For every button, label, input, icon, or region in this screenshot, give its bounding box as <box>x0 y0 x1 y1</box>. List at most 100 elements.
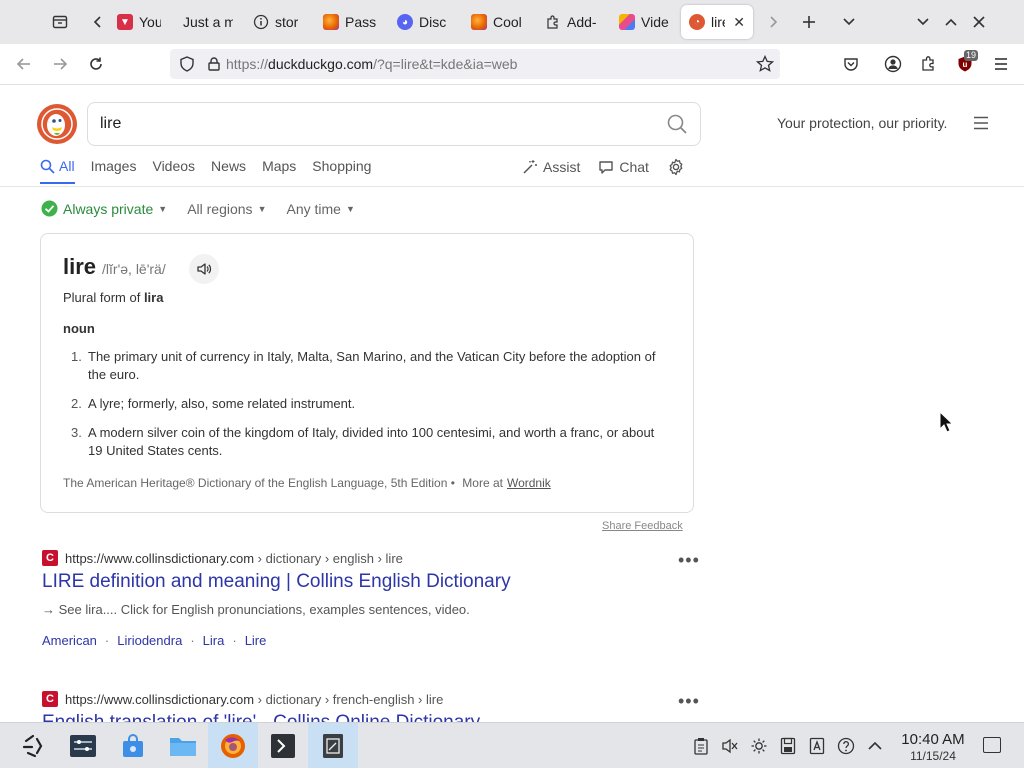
extensions-button[interactable] <box>914 49 944 79</box>
new-tab-button[interactable] <box>795 8 823 36</box>
close-tab-icon[interactable]: ✕ <box>733 14 745 31</box>
tab-news[interactable]: News <box>211 158 246 182</box>
plural-prefix: Plural form of <box>63 290 141 305</box>
result-url[interactable]: C https://www.collinsdictionary.com › di… <box>42 550 702 566</box>
share-feedback-link[interactable]: Share Feedback <box>602 520 683 532</box>
maximize-button[interactable] <box>937 8 965 36</box>
tray-expand-icon[interactable] <box>864 735 886 757</box>
result-url[interactable]: C https://www.collinsdictionary.com › di… <box>42 691 702 707</box>
bookmark-star-icon[interactable] <box>756 55 774 73</box>
sitelink[interactable]: American <box>42 633 97 648</box>
tab-add-ons[interactable]: Add- <box>535 5 609 39</box>
app-menu-button[interactable] <box>986 49 1016 79</box>
dictionary-word: lire <box>63 254 97 279</box>
region-dropdown[interactable]: All regions ▼ <box>187 201 266 217</box>
storage-icon[interactable] <box>777 735 799 757</box>
firefox-view-button[interactable] <box>47 9 73 35</box>
pocket-button[interactable] <box>836 49 866 79</box>
minimize-button[interactable] <box>909 8 937 36</box>
chevron-right-icon <box>770 16 778 28</box>
lock-icon[interactable] <box>206 56 222 72</box>
tab-label: lire <box>711 14 725 30</box>
hamburger-icon <box>974 116 988 130</box>
scroll-tabs-left-button[interactable] <box>87 9 109 35</box>
digital-clock[interactable]: 10:40 AM 11/15/24 <box>897 731 969 763</box>
back-button[interactable] <box>9 49 39 79</box>
definition-number: 3. <box>71 425 82 440</box>
tab-images[interactable]: Images <box>91 158 137 182</box>
gear-icon <box>669 158 683 176</box>
source-text: The American Heritage® Dictionary of the… <box>63 476 455 490</box>
result-url-host: https://www.collinsdictionary.com <box>65 691 255 707</box>
assist-label: Assist <box>543 159 581 175</box>
show-desktop-button[interactable] <box>983 737 1001 753</box>
tab-label: Videos <box>152 158 196 174</box>
tab-pass[interactable]: Pass <box>309 5 387 39</box>
tab-list: ▼ YouT Just a m stor Pass ◕ Disc Cool Ad… <box>109 4 753 40</box>
result-options-button[interactable]: ••• <box>678 691 700 712</box>
account-button[interactable] <box>878 49 908 79</box>
search-input[interactable]: lire <box>87 102 701 146</box>
forward-button[interactable] <box>45 49 75 79</box>
time-dropdown[interactable]: Any time ▼ <box>286 201 354 217</box>
result-title-link[interactable]: English translation of 'lire' - Collins … <box>42 712 702 722</box>
speaker-icon <box>197 263 212 275</box>
youtube-icon: ▼ <box>117 14 133 30</box>
shield-icon[interactable] <box>178 55 196 73</box>
pronunciation-audio-button[interactable] <box>189 254 219 284</box>
search-button[interactable] <box>666 113 688 140</box>
caret-down-icon: ▼ <box>257 203 267 214</box>
tab-maps[interactable]: Maps <box>262 158 296 182</box>
result-title-link[interactable]: LIRE definition and meaning | Collins En… <box>42 571 702 593</box>
document-icon <box>323 733 343 758</box>
taskbar-terminal[interactable] <box>258 723 308 768</box>
chat-button[interactable]: Chat <box>598 159 649 175</box>
clipboard-icon[interactable] <box>690 735 712 757</box>
reload-button[interactable] <box>81 49 111 79</box>
search-filters: Always private ▼ All regions ▼ Any time … <box>41 200 355 217</box>
url-host: duckduckgo.com <box>268 56 374 72</box>
application-launcher[interactable] <box>8 723 58 768</box>
close-window-button[interactable] <box>965 8 993 36</box>
sitelink[interactable]: Liriodendra <box>117 633 182 648</box>
tab-stor[interactable]: stor <box>241 5 309 39</box>
taskbar-discover[interactable] <box>108 723 158 768</box>
search-query-text[interactable]: lire <box>100 115 121 133</box>
tab-label: Just a m <box>183 14 233 30</box>
url-bar[interactable]: https://duckduckgo.com/?q=lire&t=kde&ia=… <box>170 49 780 79</box>
assist-button[interactable]: Assist <box>522 159 580 175</box>
tab-shopping[interactable]: Shopping <box>312 158 371 182</box>
region-filter-label: All regions <box>187 200 253 217</box>
ublock-origin-button[interactable]: u 19 <box>950 49 980 79</box>
help-icon[interactable] <box>835 735 857 757</box>
taskbar-text-editor[interactable] <box>308 722 358 768</box>
result-options-button[interactable]: ••• <box>678 550 700 571</box>
taskbar-system-settings[interactable] <box>58 723 108 768</box>
tab-just-a-moment[interactable]: Just a m <box>169 5 241 39</box>
brightness-icon[interactable] <box>748 735 770 757</box>
tab-discord[interactable]: ◕ Disc <box>387 5 463 39</box>
wordnik-link[interactable]: Wordnik <box>507 476 551 490</box>
scroll-tabs-right-button[interactable] <box>759 8 787 36</box>
sitelink[interactable]: Lira <box>203 633 225 648</box>
tab-cool[interactable]: Cool <box>463 5 535 39</box>
plural-form-line: Plural form of lira <box>63 290 671 305</box>
taskbar-file-manager[interactable] <box>158 723 208 768</box>
duckduckgo-logo[interactable] <box>37 104 77 144</box>
site-menu-button[interactable] <box>973 116 989 135</box>
sitelink[interactable]: Lire <box>245 633 267 648</box>
list-all-tabs-button[interactable] <box>835 8 863 36</box>
tab-youtube[interactable]: ▼ YouT <box>109 5 169 39</box>
keyboard-layout-icon[interactable] <box>806 735 828 757</box>
tab-videos[interactable]: Videos <box>152 158 195 182</box>
volume-muted-icon[interactable] <box>719 735 741 757</box>
privacy-tagline-link[interactable]: Your protection, our priority. <box>777 115 947 131</box>
tab-all[interactable]: All <box>40 158 75 184</box>
tab-video[interactable]: Vide <box>609 5 677 39</box>
definition-text: A modern silver coin of the kingdom of I… <box>88 425 655 458</box>
safe-search-dropdown[interactable]: Always private ▼ <box>41 200 167 217</box>
taskbar-firefox[interactable] <box>208 722 258 768</box>
settings-button[interactable] <box>667 158 685 176</box>
url-text[interactable]: https://duckduckgo.com/?q=lire&t=kde&ia=… <box>226 56 517 72</box>
tab-lire-active[interactable]: ◔ lire ✕ <box>681 5 753 39</box>
